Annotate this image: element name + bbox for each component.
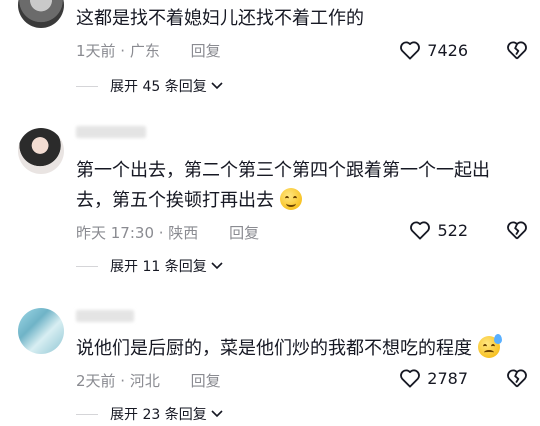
- reply-button[interactable]: 回复: [229, 224, 259, 242]
- comment-time-location: 昨天 17:30 · 陕西: [76, 224, 199, 242]
- avatar[interactable]: [18, 128, 64, 174]
- comment-meta: 昨天 17:30 · 陕西 回复: [76, 222, 259, 243]
- dislike-button[interactable]: [506, 220, 528, 244]
- divider: [76, 265, 98, 267]
- comment-time-location: 2天前 · 河北: [76, 372, 160, 390]
- heart-outline-icon: [400, 369, 421, 388]
- like-button[interactable]: 7426: [399, 40, 468, 60]
- sweat-emoji-icon: [477, 334, 502, 358]
- avatar[interactable]: [18, 0, 64, 28]
- broken-heart-icon: [507, 221, 527, 240]
- username-redacted[interactable]: [76, 126, 146, 138]
- comment-meta: 1天前 · 广东 回复: [76, 40, 221, 61]
- chevron-down-icon: [211, 262, 223, 270]
- username-redacted[interactable]: [76, 310, 134, 322]
- avatar[interactable]: [18, 308, 64, 354]
- divider: [76, 413, 98, 415]
- reply-button[interactable]: 回复: [191, 42, 221, 60]
- expand-replies[interactable]: 展开 45 条回复: [76, 76, 223, 96]
- heart-outline-icon: [400, 41, 421, 60]
- comment-text: 说他们是后厨的，菜是他们炒的我都不想吃的程度: [76, 334, 526, 364]
- comment-meta: 2天前 · 河北 回复: [76, 370, 221, 391]
- comment-text: 第一个出去，第二个第三个第四个跟着第一个一起出去，第五个挨顿打再出去: [76, 160, 490, 211]
- like-count: 2787: [427, 368, 468, 388]
- like-button[interactable]: 2787: [399, 368, 468, 388]
- chevron-down-icon: [211, 410, 223, 418]
- dislike-button[interactable]: [506, 368, 528, 392]
- comment-text: 这都是找不着媳妇儿还找不着工作的: [76, 8, 364, 29]
- smile-emoji-icon: [279, 188, 302, 210]
- dislike-button[interactable]: [506, 40, 528, 64]
- broken-heart-icon: [507, 369, 527, 388]
- divider: [76, 85, 98, 87]
- heart-outline-icon: [410, 221, 431, 240]
- reply-button[interactable]: 回复: [191, 372, 221, 390]
- chevron-down-icon: [211, 82, 223, 90]
- like-button[interactable]: 522: [409, 220, 468, 240]
- expand-replies[interactable]: 展开 11 条回复: [76, 256, 223, 276]
- comment-time-location: 1天前 · 广东: [76, 42, 160, 60]
- broken-heart-icon: [507, 41, 527, 60]
- like-count: 522: [437, 220, 468, 240]
- expand-replies[interactable]: 展开 23 条回复: [76, 404, 223, 424]
- like-count: 7426: [427, 40, 468, 60]
